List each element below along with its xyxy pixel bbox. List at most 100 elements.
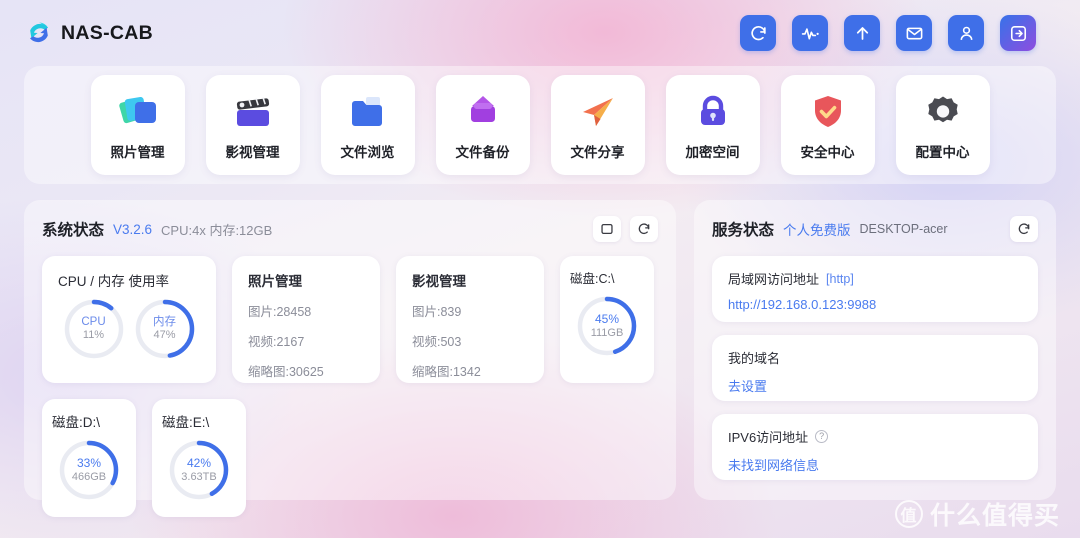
cpu-ring-value: 11% [82, 329, 105, 342]
disk-card-d: 磁盘:D:\ 33% 466GB [42, 399, 136, 517]
ipv6-label: IPV6访问地址 [728, 430, 809, 445]
domain-label: 我的域名 [728, 351, 781, 366]
memory-ring-value: 47% [153, 329, 176, 342]
cpu-ring-name: CPU [81, 315, 106, 328]
system-version: V3.2.6 [113, 221, 153, 237]
service-header-actions [1010, 216, 1038, 242]
apps-panel: 照片管理 影视管理 文件浏览 文件备份 文件分享 加密空间 安全中心 配置中心 [24, 66, 1056, 184]
system-status-header: 系统状态 V3.2.6 CPU:4x 内存:12GB [42, 216, 658, 242]
app-label: 文件分享 [570, 145, 625, 160]
service-card-ipv6: IPV6访问地址 ? 未找到网络信息 [712, 414, 1038, 480]
system-status-panel: 系统状态 V3.2.6 CPU:4x 内存:12GB CPU / 内存 使用率 … [24, 200, 676, 517]
nas-cab-logo-icon [26, 20, 52, 46]
video-images-count: 图片:839 [412, 305, 462, 319]
lan-protocol-tag: [http] [826, 271, 854, 286]
disk-c-ring: 45% 111GB [570, 295, 644, 357]
backup-icon [461, 89, 505, 135]
service-status-title: 服务状态 [712, 222, 775, 239]
app-card-files[interactable]: 文件浏览 [320, 75, 415, 175]
lan-address-link[interactable]: http://192.168.0.123:9988 [728, 297, 1022, 312]
app-label: 配置中心 [915, 145, 970, 160]
app-label: 文件浏览 [340, 145, 395, 160]
mail-button[interactable] [896, 15, 932, 51]
disk-d-title: 磁盘:D:\ [52, 415, 101, 430]
usage-rings: CPU 11% 内存 47% [58, 298, 200, 360]
brand-name: NAS-CAB [61, 21, 154, 44]
app-card-settings[interactable]: 配置中心 [895, 75, 990, 175]
share-paperplane-icon [576, 89, 620, 135]
system-status-title: 系统状态 [42, 222, 105, 239]
system-specs: CPU:4x 内存:12GB [161, 222, 273, 238]
photos-icon [116, 89, 160, 135]
main-content: 系统状态 V3.2.6 CPU:4x 内存:12GB CPU / 内存 使用率 … [24, 200, 1056, 517]
service-card-domain: 我的域名 去设置 [712, 335, 1038, 401]
disk-c-title: 磁盘:C:\ [570, 272, 615, 286]
cpu-memory-card: CPU / 内存 使用率 CPU 11% 内存 47% [42, 256, 216, 383]
app-label: 影视管理 [225, 145, 280, 160]
app-card-backup[interactable]: 文件备份 [435, 75, 530, 175]
disk-card-c: 磁盘:C:\ 45% 111GB [560, 256, 654, 383]
memory-ring-name: 内存 [153, 315, 176, 328]
app-card-video[interactable]: 影视管理 [205, 75, 300, 175]
app-card-encrypted[interactable]: 加密空间 [665, 75, 760, 175]
folder-icon [346, 89, 390, 135]
app-label: 加密空间 [685, 145, 740, 160]
disk-c-percent: 45% [594, 311, 620, 326]
disk-e-title: 磁盘:E:\ [162, 415, 210, 430]
upload-button[interactable] [844, 15, 880, 51]
cpu-ring: CPU 11% [63, 298, 125, 360]
video-thumbs-count: 缩略图:1342 [412, 365, 481, 379]
watermark-text: 什么值得买 [929, 502, 1060, 530]
app-card-security[interactable]: 安全中心 [780, 75, 875, 175]
video-videos-count: 视频:503 [412, 335, 462, 349]
disk-c-size: 111GB [590, 326, 624, 339]
lock-icon [691, 89, 735, 135]
brand: NAS-CAB [26, 20, 153, 46]
user-button[interactable] [948, 15, 984, 51]
watermark-badge: 值 [894, 500, 923, 528]
disk-d-percent: 33% [76, 455, 102, 470]
disk-e-ring: 42% 3.63TB [162, 439, 236, 501]
gear-icon [921, 89, 965, 135]
shield-check-icon [806, 89, 850, 135]
topbar-actions [740, 15, 1036, 51]
app-label: 文件备份 [455, 145, 510, 160]
photo-management-card: 照片管理 图片:28458 视频:2167 缩略图:30625 [232, 256, 380, 383]
help-icon[interactable]: ? [815, 430, 829, 443]
service-status-panel: 服务状态 个人免费版 DESKTOP-acer 局域网访问地址 [http] h… [694, 200, 1056, 500]
disk-card-e: 磁盘:E:\ 42% 3.63TB [152, 399, 246, 517]
disk-e-percent: 42% [186, 455, 212, 470]
activity-button[interactable] [792, 15, 828, 51]
app-label: 照片管理 [110, 145, 165, 160]
video-clapperboard-icon [231, 89, 275, 135]
system-refresh-button[interactable] [630, 216, 658, 242]
disk-d-ring: 33% 466GB [52, 439, 126, 501]
app-label: 安全中心 [800, 145, 855, 160]
monitor-button[interactable] [593, 216, 621, 242]
photo-images-count: 图片:28458 [248, 305, 312, 319]
service-edition: 个人免费版 [783, 223, 851, 238]
watermark: 值 什么值得买 [894, 496, 1060, 532]
top-bar: NAS-CAB [0, 0, 1080, 66]
service-refresh-button[interactable] [1010, 216, 1038, 242]
video-management-card: 影视管理 图片:839 视频:503 缩略图:1342 [396, 256, 544, 383]
photo-card-title: 照片管理 [248, 274, 302, 289]
photo-videos-count: 视频:2167 [248, 335, 305, 349]
app-card-share[interactable]: 文件分享 [550, 75, 645, 175]
system-header-actions [593, 216, 658, 242]
disk-d-size: 466GB [71, 470, 107, 483]
service-card-lan: 局域网访问地址 [http] http://192.168.0.123:9988 [712, 256, 1038, 322]
system-cards-grid: CPU / 内存 使用率 CPU 11% 内存 47% 照片管理 图片:2845… [42, 256, 658, 517]
refresh-button[interactable] [740, 15, 776, 51]
service-status-header: 服务状态 个人免费版 DESKTOP-acer [712, 216, 1038, 242]
ipv6-status-text[interactable]: 未找到网络信息 [728, 455, 1022, 474]
app-card-photos[interactable]: 照片管理 [90, 75, 185, 175]
video-card-title: 影视管理 [412, 274, 466, 289]
service-hostname: DESKTOP-acer [859, 222, 948, 236]
cpu-memory-title: CPU / 内存 使用率 [58, 274, 170, 289]
lan-address-label: 局域网访问地址 [728, 272, 820, 287]
photo-thumbs-count: 缩略图:30625 [248, 365, 324, 379]
logout-button[interactable] [1000, 15, 1036, 51]
memory-ring: 内存 47% [134, 298, 196, 360]
domain-setup-link[interactable]: 去设置 [728, 376, 1022, 395]
